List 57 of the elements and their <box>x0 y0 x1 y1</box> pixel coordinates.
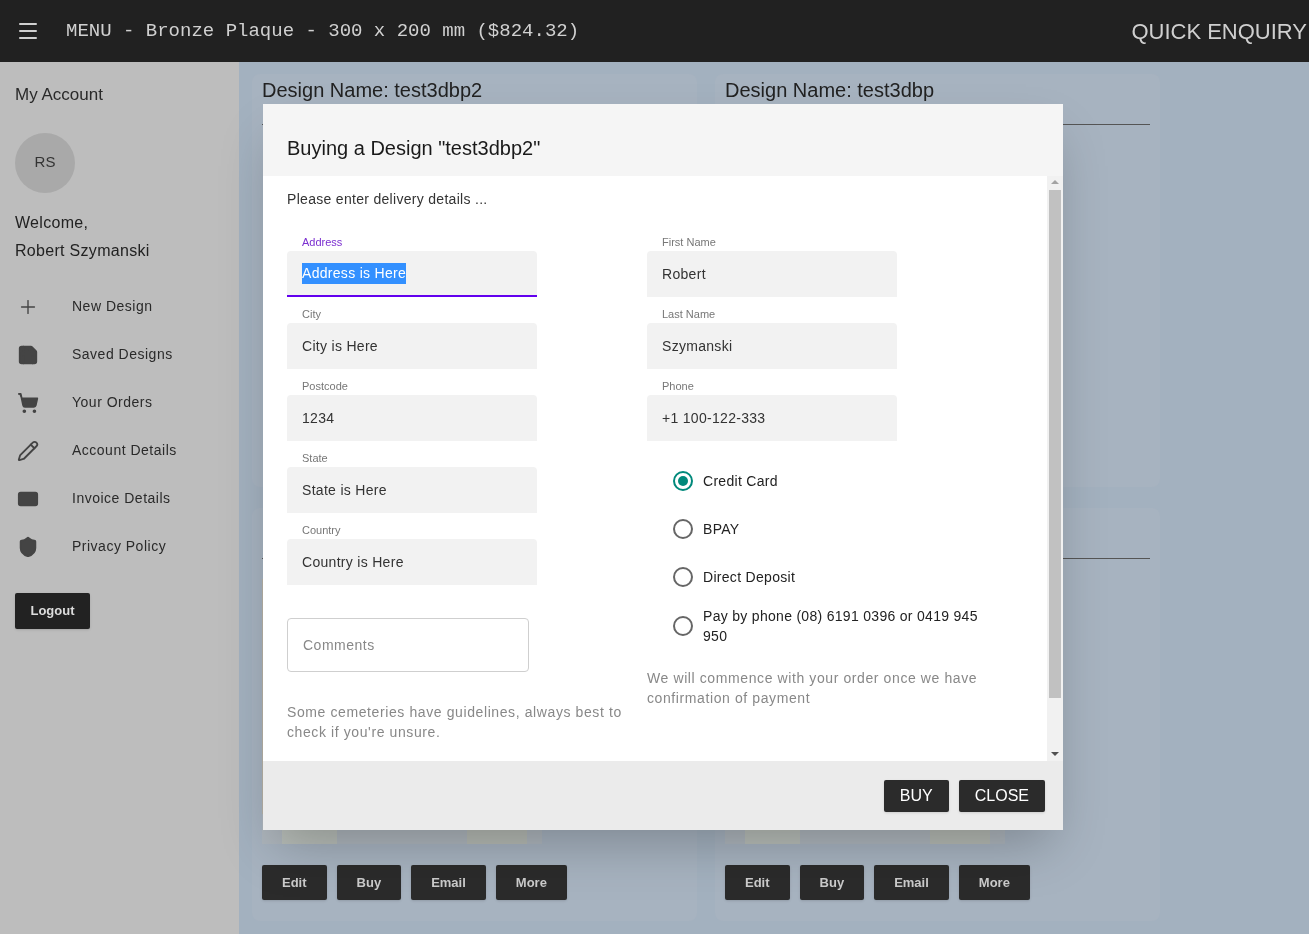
payment-option[interactable]: Credit Card <box>673 462 1027 500</box>
sidebar-heading: My Account <box>15 84 104 106</box>
dialog-title: Buying a Design "test3dbp2" <box>287 136 541 160</box>
payment-note: We will commence with your order once we have confirmation of payment <box>647 669 979 708</box>
card-action-button[interactable]: Email <box>411 865 486 900</box>
guidelines-note: Some cemeteries have guidelines, always best to check if you're unsure. <box>287 703 623 742</box>
sidebar-item[interactable]: Your Orders <box>15 378 224 427</box>
input-field[interactable]: 1234 <box>287 395 537 441</box>
payment-option[interactable]: BPAY <box>673 510 1027 548</box>
input-field[interactable]: Country is Here <box>287 539 537 585</box>
intro-text: Please enter delivery details ... <box>287 190 489 209</box>
radio-button[interactable] <box>673 471 693 491</box>
card-action-button[interactable]: Edit <box>725 865 790 900</box>
input-field[interactable]: Robert <box>647 251 897 297</box>
avatar: RS <box>15 132 75 193</box>
app-title: MENU - Bronze Plaque - 300 x 200 mm ($824.32) <box>66 18 580 44</box>
card-action-button[interactable]: Buy <box>336 865 402 900</box>
radio-button[interactable] <box>673 519 693 539</box>
radio-button[interactable] <box>673 567 693 587</box>
card-action-button[interactable]: Email <box>874 865 949 900</box>
scrollbar[interactable] <box>1047 176 1063 761</box>
card-action-button[interactable]: More <box>958 865 1030 900</box>
user-name: Robert Szymanski <box>15 240 151 261</box>
welcome-text: Welcome, <box>15 212 90 233</box>
field-label: State <box>301 452 328 464</box>
card-action-button[interactable]: Edit <box>262 865 327 900</box>
dialog-button[interactable]: CLOSE <box>958 779 1045 812</box>
payment-option[interactable]: Direct Deposit <box>673 558 1027 596</box>
logout-button[interactable]: Logout <box>15 592 90 629</box>
input-field[interactable]: City is Here <box>287 323 537 369</box>
card-action-button[interactable]: More <box>495 865 567 900</box>
input-field[interactable]: +1 100-122-333 <box>647 395 897 441</box>
cart-icon <box>17 391 39 414</box>
field-label: Postcode <box>301 380 348 392</box>
field-label: Address <box>301 236 343 248</box>
input-field[interactable]: State is Here <box>287 467 537 513</box>
pencil-icon <box>17 439 39 462</box>
payment-option[interactable]: Pay by phone (08) 6191 0396 or 0419 945 950 <box>673 606 1027 646</box>
design-name: Design Name: test3dbp2 <box>262 78 484 102</box>
field-label: City <box>301 308 321 320</box>
field-label: Last Name <box>661 308 716 320</box>
field-label: Country <box>301 524 341 536</box>
design-name: Design Name: test3dbp <box>725 78 935 102</box>
sidebar-item[interactable]: New Design <box>15 282 224 331</box>
input-field[interactable]: Szymanski <box>647 323 897 369</box>
sidebar-item[interactable]: Account Details <box>15 426 224 475</box>
sidebar-item[interactable]: Saved Designs <box>15 330 224 379</box>
quick-enquiry-link[interactable]: QUICK ENQUIRY <box>1131 14 1309 48</box>
sidebar-item[interactable]: Invoice Details <box>15 474 224 523</box>
field-label: First Name <box>661 236 716 248</box>
field-label: Phone <box>661 380 694 392</box>
shield-icon <box>17 535 39 558</box>
comments-field[interactable]: Comments <box>287 618 529 672</box>
dialog-button[interactable]: BUY <box>883 779 949 812</box>
radio-button[interactable] <box>673 616 693 636</box>
card-action-button[interactable]: Buy <box>799 865 865 900</box>
sidebar-item[interactable]: Privacy Policy <box>15 522 224 571</box>
